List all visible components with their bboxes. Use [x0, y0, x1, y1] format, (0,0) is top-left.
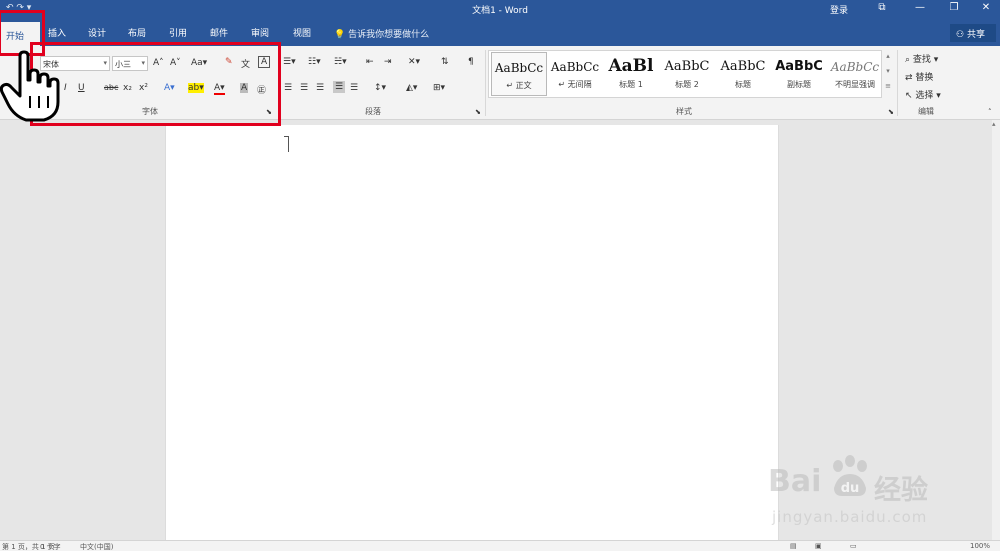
find-label: 查找 ▾: [912, 55, 939, 65]
ribbon-display-options-icon[interactable]: ⧉: [870, 2, 894, 18]
replace-icon: ⇄: [905, 73, 913, 83]
tell-me-search[interactable]: 💡 告诉我你想要做什么: [334, 27, 429, 40]
vertical-scrollbar[interactable]: ▴: [992, 120, 1000, 540]
align-left-icon[interactable]: ☰: [284, 83, 292, 93]
select-label: 选择 ▾: [915, 91, 941, 101]
bullets-icon[interactable]: ☰▾: [283, 57, 296, 67]
style-sample: AaBbC: [720, 59, 766, 74]
share-button[interactable]: ⚇ 共享: [950, 24, 996, 42]
styles-gallery: AaBbCc ↵ 正文 AaBbCc ↵ 无间隔 AaBl 标题 1 AaBbC…: [488, 50, 882, 98]
styles-gallery-scroll[interactable]: ▴ ▾ ≡: [884, 52, 892, 98]
sort-icon[interactable]: ⇅: [441, 57, 449, 67]
style-name: 标题 2: [675, 80, 699, 89]
asian-layout-icon[interactable]: ✕▾: [408, 57, 420, 67]
word-count[interactable]: 0 个字: [40, 542, 61, 551]
style-subtitle[interactable]: AaBbC 副标题: [771, 52, 827, 96]
tab-references[interactable]: 引用: [169, 26, 187, 39]
style-subtle-emphasis[interactable]: AaBbCc 不明显强调: [827, 52, 883, 96]
title-bar: ↶ ↷ ▾ 文档1 - Word 登录 ⧉ — ❐ ✕: [0, 0, 1000, 20]
watermark-brand: Bai: [768, 464, 822, 499]
style-name: 副标题: [787, 80, 811, 89]
style-name: 标题: [735, 80, 751, 89]
style-sample: AaBbCc: [830, 60, 880, 74]
style-sample: AaBl: [608, 56, 654, 76]
share-label: 共享: [966, 30, 985, 40]
multilevel-list-icon[interactable]: ☵▾: [334, 57, 347, 67]
style-no-spacing[interactable]: AaBbCc ↵ 无间隔: [547, 52, 603, 96]
style-name: 标题 1: [619, 80, 643, 89]
sign-in-link[interactable]: 登录: [830, 3, 848, 16]
zoom-level[interactable]: 100%: [970, 542, 990, 550]
highlight-box-font-group: [30, 42, 281, 126]
editing-group-label: 编辑: [918, 107, 934, 116]
borders-icon[interactable]: ⊞▾: [433, 83, 445, 93]
document-page[interactable]: [165, 125, 779, 545]
style-heading-2[interactable]: AaBbC 标题 2: [659, 52, 715, 96]
style-name: 不明显强调: [835, 80, 875, 89]
style-sample: AaBbC: [775, 59, 823, 74]
window-title: 文档1 - Word: [472, 6, 528, 16]
print-layout-icon[interactable]: ▣: [815, 542, 822, 550]
style-normal[interactable]: AaBbCc ↵ 正文: [491, 52, 547, 96]
paw-icon: du: [833, 455, 867, 496]
tab-design[interactable]: 设计: [88, 26, 106, 39]
status-bar: 第 1 页，共 1 页 0 个字 中文(中国) ▤ ▣ ▭ 100%: [0, 540, 1000, 551]
style-sample: AaBbC: [664, 59, 710, 74]
align-center-icon[interactable]: ☰: [300, 83, 308, 93]
paragraph-dialog-launcher-icon[interactable]: ⬊: [475, 108, 481, 116]
find-button[interactable]: ⌕ 查找 ▾: [905, 52, 938, 65]
style-title[interactable]: AaBbC 标题: [715, 52, 771, 96]
read-mode-icon[interactable]: ▤: [790, 542, 797, 550]
increase-indent-icon[interactable]: ⇥: [384, 57, 392, 67]
style-sample: AaBbCc: [550, 60, 600, 74]
watermark-brand-cn: 经验: [874, 475, 928, 506]
watermark-url: jingyan.baidu.com: [772, 508, 928, 526]
align-right-icon[interactable]: ☰: [316, 83, 324, 93]
styles-group-label: 样式: [676, 107, 692, 116]
show-marks-icon[interactable]: ¶: [468, 57, 474, 67]
tab-layout[interactable]: 布局: [128, 26, 146, 39]
svg-text:du: du: [841, 481, 860, 496]
chevron-up-icon[interactable]: ▴: [992, 120, 996, 128]
select-button[interactable]: ↖ 选择 ▾: [905, 88, 941, 101]
search-icon: ⌕: [905, 55, 911, 65]
paragraph-group-label: 段落: [365, 107, 381, 116]
tab-review[interactable]: 审阅: [251, 26, 269, 39]
more-styles-icon[interactable]: ≡: [884, 82, 892, 97]
language-indicator[interactable]: 中文(中国): [80, 542, 113, 551]
decrease-indent-icon[interactable]: ⇤: [366, 57, 374, 67]
style-heading-1[interactable]: AaBl 标题 1: [603, 52, 659, 96]
justify-icon[interactable]: ☰: [333, 81, 346, 93]
group-divider: [897, 50, 898, 116]
style-name: ↵ 正文: [506, 81, 532, 90]
chevron-up-icon[interactable]: ▴: [884, 52, 892, 67]
text-cursor: [288, 136, 289, 152]
hand-pointer-icon: [0, 50, 60, 122]
chevron-down-icon[interactable]: ▾: [884, 67, 892, 82]
lightbulb-icon: 💡: [334, 30, 346, 40]
person-icon: ⚇: [956, 30, 965, 40]
shading-icon[interactable]: ◭▾: [406, 83, 417, 93]
tell-me-label: 告诉我你想要做什么: [348, 30, 430, 40]
replace-button[interactable]: ⇄ 替换: [905, 70, 933, 83]
collapse-ribbon-icon[interactable]: ˄: [988, 108, 992, 116]
baidu-watermark: Bai du 经验 jingyan.baidu.com: [766, 454, 966, 534]
tab-view[interactable]: 视图: [293, 26, 311, 39]
restore-icon[interactable]: ❐: [942, 2, 966, 18]
style-name: ↵ 无间隔: [558, 80, 592, 89]
replace-label: 替换: [915, 73, 934, 83]
styles-dialog-launcher-icon[interactable]: ⬊: [888, 108, 894, 116]
close-icon[interactable]: ✕: [974, 2, 998, 18]
distributed-icon[interactable]: ☰: [350, 83, 358, 93]
tab-mailings[interactable]: 邮件: [210, 26, 228, 39]
tab-insert[interactable]: 插入: [48, 26, 66, 39]
line-spacing-icon[interactable]: ↕▾: [374, 83, 386, 93]
numbering-icon[interactable]: ☷▾: [308, 57, 321, 67]
minimize-icon[interactable]: —: [908, 2, 932, 18]
style-sample: AaBbCc: [494, 61, 544, 75]
web-layout-icon[interactable]: ▭: [850, 542, 857, 550]
pointer-icon: ↖: [905, 91, 913, 101]
group-divider: [485, 50, 486, 116]
